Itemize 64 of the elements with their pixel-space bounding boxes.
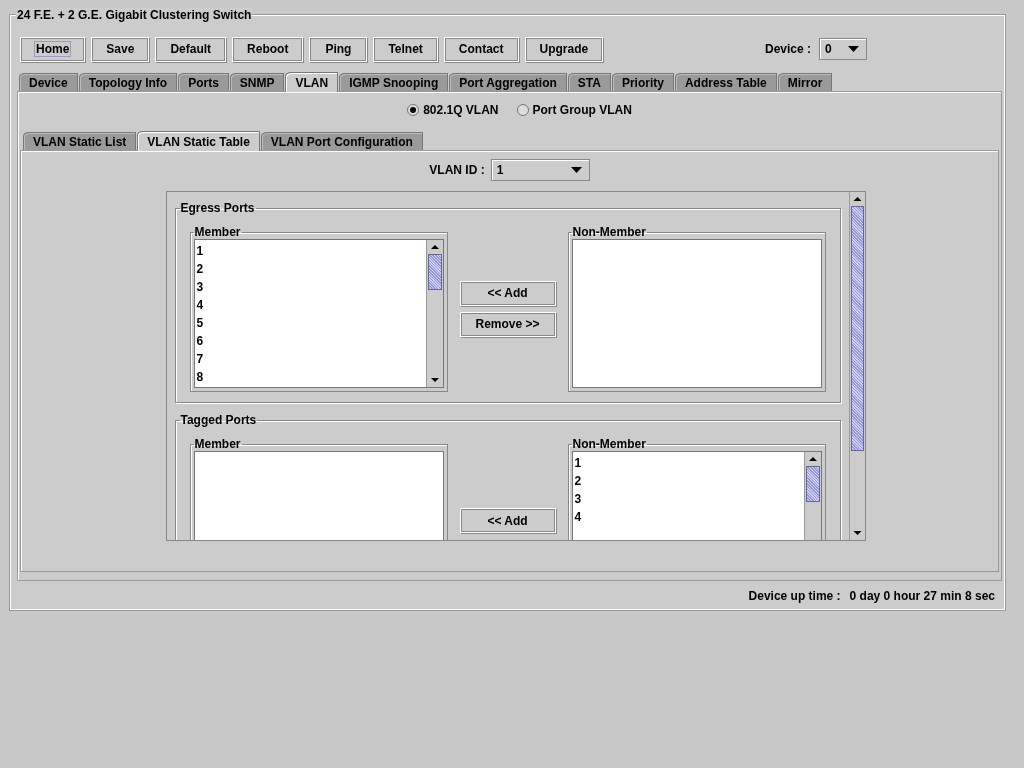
device-label: Device : <box>764 42 811 56</box>
window-title: 24 F.E. + 2 G.E. Gigabit Clustering Switch <box>16 8 253 22</box>
list-title: Non-Member <box>571 225 647 239</box>
list-item[interactable]: 2 <box>574 472 804 490</box>
toolbar-button[interactable]: Reboot <box>232 36 304 62</box>
radio-button[interactable] <box>407 104 420 116</box>
tab[interactable]: STA <box>567 73 611 91</box>
toolbar-button[interactable]: Default <box>155 36 227 62</box>
device-select[interactable]: 0 <box>819 38 867 60</box>
tab[interactable]: VLAN Port Configuration <box>260 132 423 150</box>
list-item[interactable]: 1 <box>196 242 426 260</box>
list-item[interactable]: 2 <box>196 260 426 278</box>
scrollbar[interactable] <box>848 192 865 540</box>
tab[interactable]: Priority <box>611 73 674 91</box>
radio-label[interactable]: Port Group VLAN <box>532 103 632 117</box>
tab[interactable]: VLAN <box>285 72 339 92</box>
list-item[interactable]: 4 <box>574 508 804 526</box>
tab[interactable]: IGMP Snooping <box>339 73 449 91</box>
group-title: Egress Ports <box>179 201 256 215</box>
tab[interactable]: Ports <box>178 73 229 91</box>
scroll-thumb[interactable] <box>850 206 864 451</box>
list-item[interactable]: 7 <box>196 350 426 368</box>
vlan-id-label: VLAN ID : <box>429 163 485 177</box>
tab[interactable]: SNMP <box>229 73 285 91</box>
group-title: Tagged Ports <box>179 413 258 427</box>
list-item[interactable]: 4 <box>196 296 426 314</box>
scroll-thumb[interactable] <box>805 466 820 502</box>
tab[interactable]: Address Table <box>674 73 777 91</box>
move-button[interactable]: Remove >> <box>459 311 556 337</box>
toolbar-button[interactable]: Home <box>20 36 86 62</box>
toolbar-button[interactable]: Save <box>91 36 150 62</box>
tab[interactable]: Mirror <box>777 73 833 91</box>
list-item[interactable]: 6 <box>196 332 426 350</box>
port-list[interactable]: 1 2 3 4 5 6 7 8 <box>193 239 444 388</box>
scrollbar[interactable] <box>425 240 443 387</box>
tab[interactable]: Device <box>19 73 78 91</box>
list-item[interactable]: 8 <box>196 368 426 386</box>
tab[interactable]: Port Aggregation <box>449 73 567 91</box>
list-title: Member <box>193 225 242 239</box>
vlan-id-select[interactable]: 1 <box>490 159 590 181</box>
tab[interactable]: Topology Info <box>78 73 178 91</box>
list-item[interactable]: 1 <box>574 454 804 472</box>
radio-button[interactable] <box>516 104 529 116</box>
list-title: Member <box>193 437 242 451</box>
move-button[interactable]: << Add <box>459 508 556 533</box>
tab[interactable]: VLAN Static Table <box>137 131 260 151</box>
toolbar-button[interactable]: Telnet <box>373 36 438 62</box>
tab[interactable]: VLAN Static List <box>23 132 137 150</box>
radio-label[interactable]: 802.1Q VLAN <box>423 103 499 117</box>
list-item[interactable]: 5 <box>196 314 426 332</box>
move-button[interactable]: << Add <box>459 280 556 306</box>
list-item[interactable]: 3 <box>196 278 426 296</box>
port-list[interactable]: 1 2 3 4 <box>571 451 822 540</box>
status-value: 0 day 0 hour 27 min 8 sec <box>849 589 995 603</box>
port-list[interactable] <box>571 239 822 388</box>
status-label: Device up time : <box>748 589 841 603</box>
caret-icon <box>848 46 859 52</box>
caret-icon <box>570 167 582 173</box>
toolbar-button[interactable]: Contact <box>443 36 519 62</box>
toolbar-button[interactable]: Ping <box>309 36 368 62</box>
list-item[interactable]: 3 <box>574 490 804 508</box>
toolbar-button[interactable]: Upgrade <box>524 36 604 62</box>
scroll-thumb[interactable] <box>427 254 442 290</box>
list-title: Non-Member <box>571 437 647 451</box>
